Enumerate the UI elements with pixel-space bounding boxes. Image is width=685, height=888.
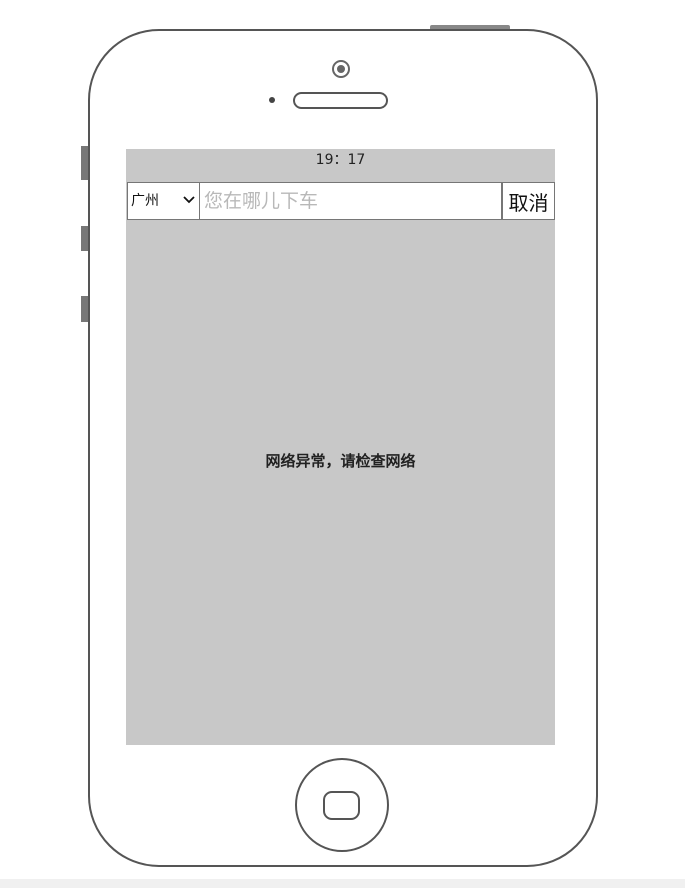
home-button-icon xyxy=(295,758,389,852)
chevron-down-icon xyxy=(183,196,195,204)
network-error-message: 网络异常，请检查网络 xyxy=(265,452,416,470)
speaker-icon xyxy=(293,92,388,109)
phone-screen: 19：17 广州 取消 网络异常，请检查网络 xyxy=(126,149,555,745)
bottom-strip xyxy=(0,879,685,888)
phone-volume-button-3 xyxy=(81,296,89,322)
city-select[interactable]: 广州 xyxy=(127,182,200,220)
camera-icon xyxy=(332,60,350,78)
cancel-button[interactable]: 取消 xyxy=(502,182,555,220)
city-select-value: 广州 xyxy=(131,193,159,209)
phone-volume-button-2 xyxy=(81,226,89,251)
page: 19：17 广州 取消 网络异常，请检查网络 xyxy=(0,0,685,888)
sensor-dot-icon xyxy=(269,97,275,103)
status-time: 19：17 xyxy=(315,152,366,168)
destination-search-input[interactable] xyxy=(200,182,502,220)
search-bar: 广州 取消 xyxy=(127,182,555,220)
phone-volume-button-1 xyxy=(81,146,89,180)
